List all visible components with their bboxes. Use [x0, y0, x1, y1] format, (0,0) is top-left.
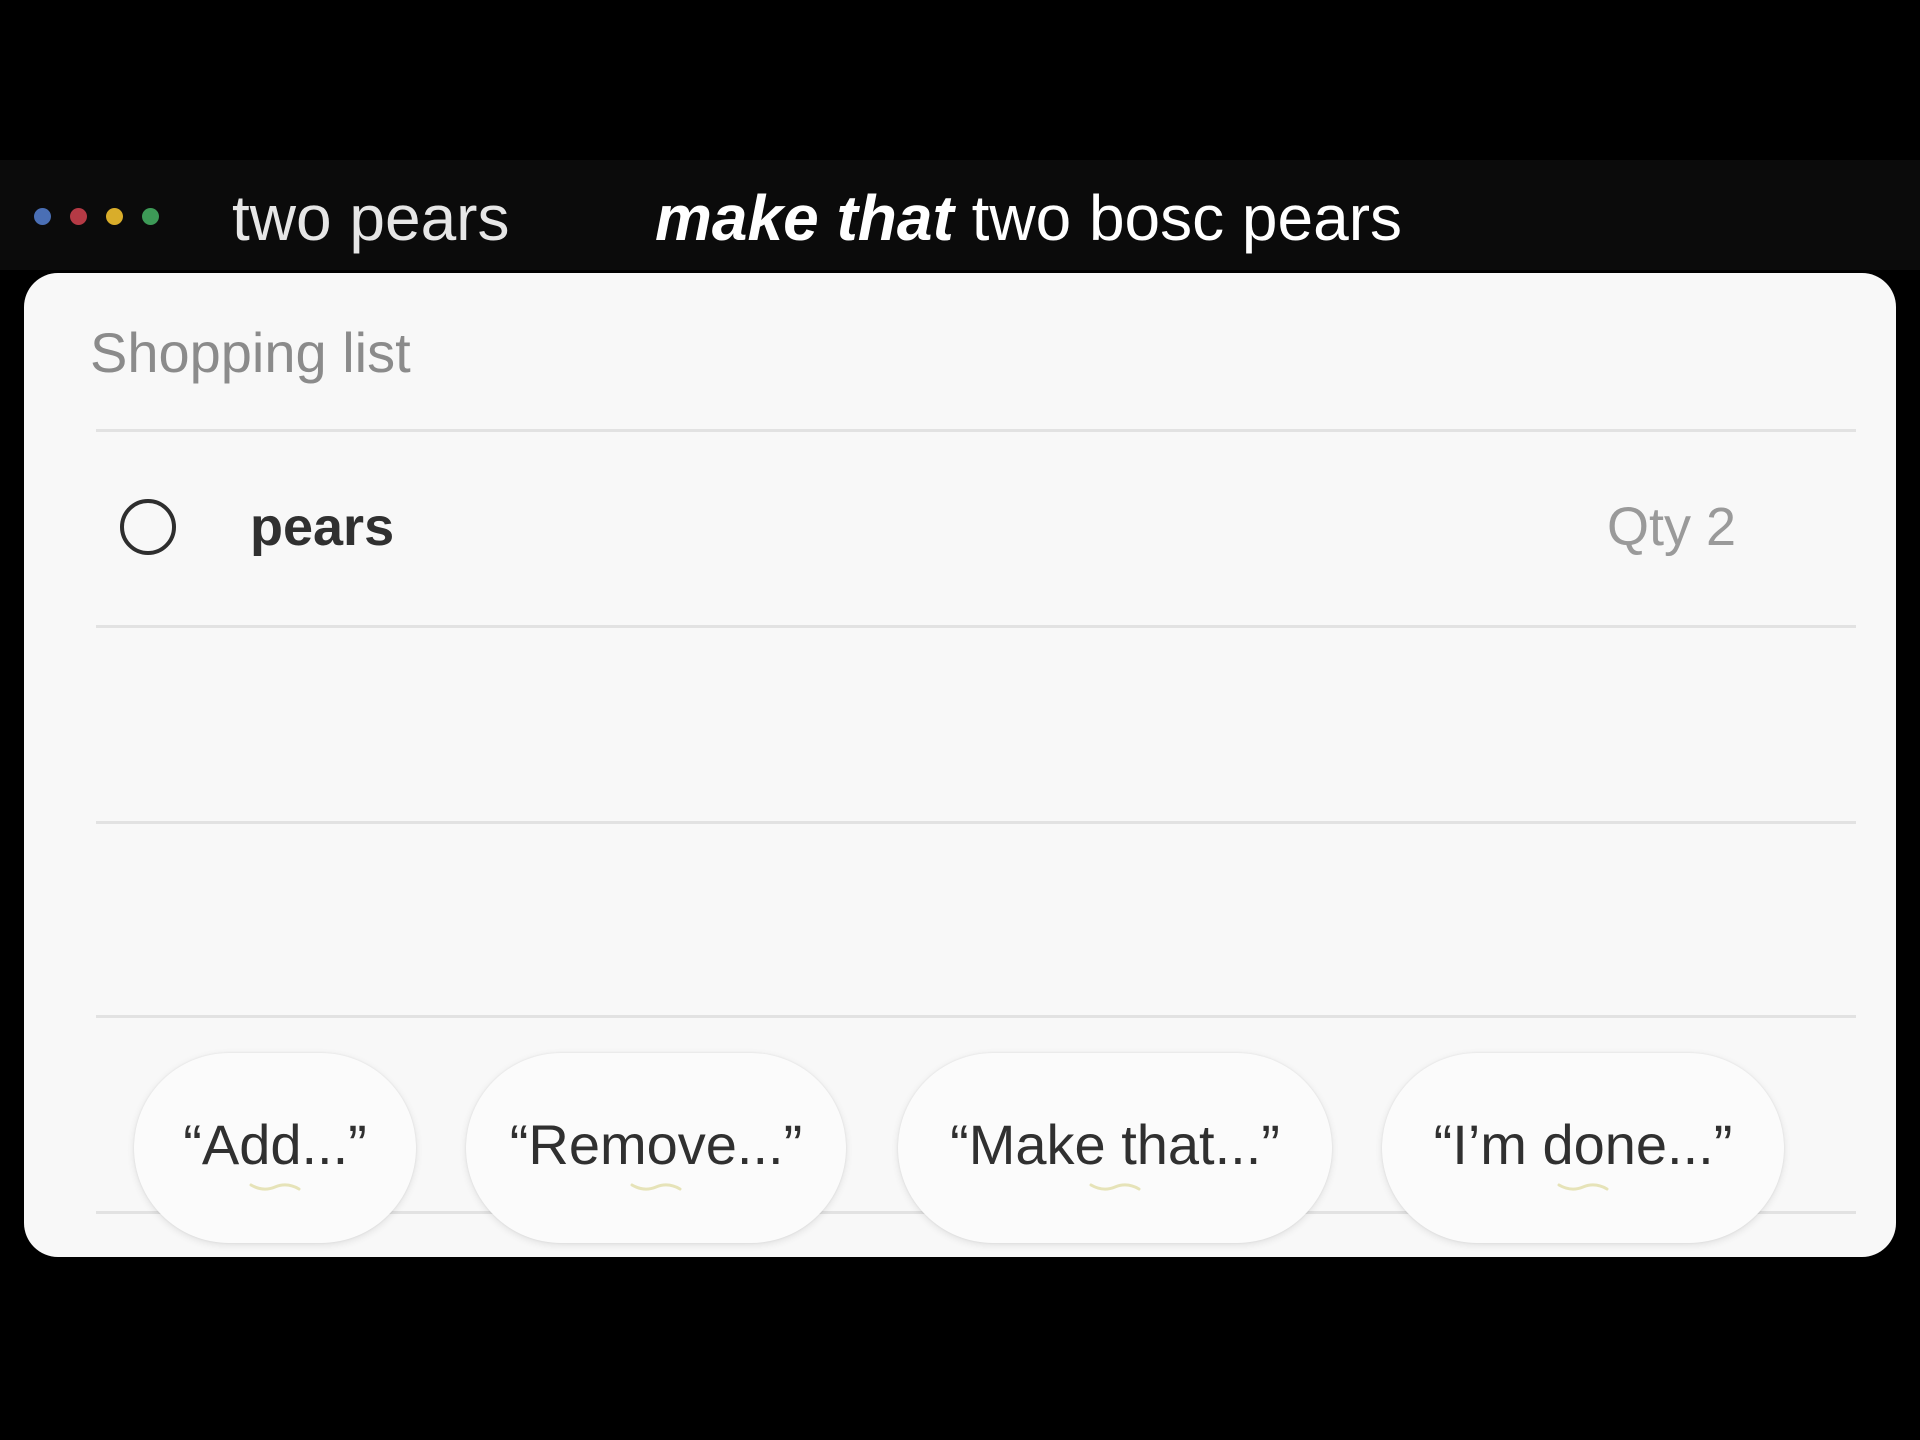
assistant-dot-green: [142, 208, 159, 225]
current-query-rest: two bosc pears: [953, 182, 1402, 254]
shopping-list-card: Shopping list pears Qty 2 “Add...” “Remo…: [24, 273, 1896, 1257]
voice-wave-icon: [1089, 1183, 1141, 1191]
item-quantity: Qty 2: [1606, 497, 1736, 557]
suggestion-chip-im-done[interactable]: “I’m done...”: [1382, 1053, 1784, 1243]
current-query-emphasis: make that: [655, 182, 954, 254]
current-query-text: make that two bosc pears: [655, 180, 1402, 256]
voice-wave-icon: [249, 1183, 301, 1191]
suggestion-chip-make-that[interactable]: “Make that...”: [898, 1053, 1332, 1243]
top-letterbox: [0, 0, 1920, 160]
assistant-dot-yellow: [106, 208, 123, 225]
previous-query-text: two pears: [232, 182, 510, 254]
suggestion-chip-remove[interactable]: “Remove...”: [466, 1053, 846, 1243]
assistant-dots-icon: [34, 208, 159, 225]
list-divider: [96, 625, 1856, 628]
suggestion-chip-label: “Make that...”: [950, 1113, 1280, 1176]
item-name: pears: [250, 497, 395, 557]
suggestion-chip-label: “Add...”: [183, 1113, 367, 1176]
empty-circle-icon[interactable]: [120, 499, 176, 555]
list-divider: [96, 1015, 1856, 1018]
card-title: Shopping list: [90, 321, 411, 384]
assistant-dot-red: [70, 208, 87, 225]
list-divider: [96, 821, 1856, 824]
list-item[interactable]: pears Qty 2: [96, 431, 1856, 627]
suggestion-chip-label: “I’m done...”: [1433, 1113, 1733, 1176]
assistant-dot-blue: [34, 208, 51, 225]
suggestion-chip-label: “Remove...”: [509, 1113, 803, 1176]
voice-wave-icon: [1557, 1183, 1609, 1191]
voice-wave-icon: [630, 1183, 682, 1191]
suggestion-chip-add[interactable]: “Add...”: [134, 1053, 416, 1243]
